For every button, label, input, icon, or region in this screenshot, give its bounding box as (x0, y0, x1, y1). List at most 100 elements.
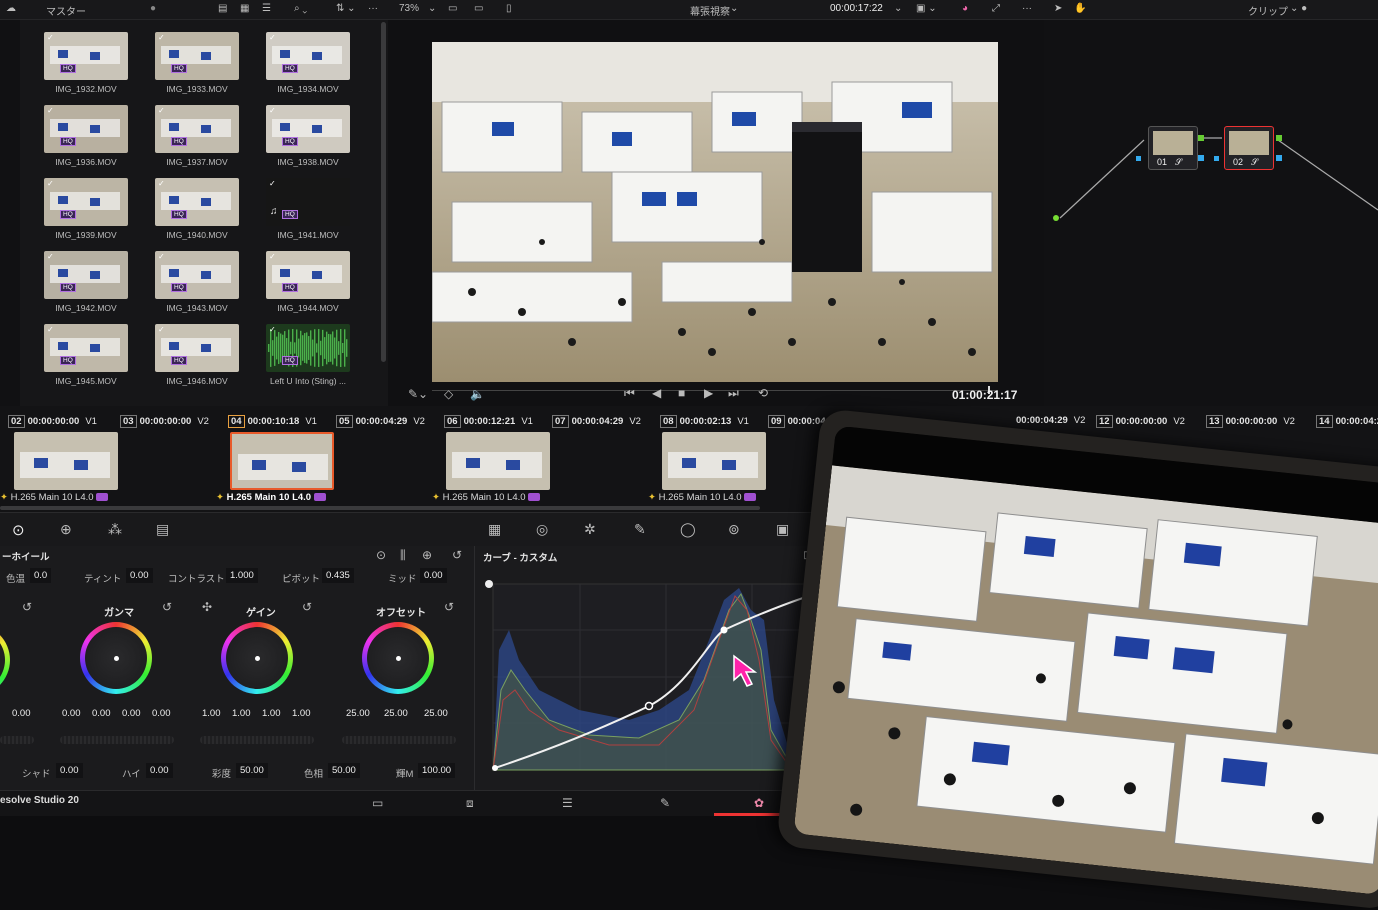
gamma-r[interactable]: 0.00 (92, 708, 111, 719)
gain-master-slider[interactable] (200, 736, 314, 744)
expand-icon[interactable]: ⤢ (992, 3, 1000, 14)
curves-icon[interactable]: ▦ (488, 521, 501, 538)
list-view-icon[interactable]: ▤ (218, 3, 227, 14)
gain-y[interactable]: 1.00 (202, 708, 221, 719)
node-output-rgb[interactable] (1198, 135, 1204, 141)
lift-value[interactable]: 0.00 (12, 708, 31, 719)
timeline-thumbnail[interactable] (662, 432, 766, 490)
timeline-clip-header[interactable]: 03 00:00:00:00 V2 (120, 415, 209, 428)
stop-icon[interactable]: ■ (678, 386, 685, 400)
eyedropper-icon[interactable]: ✎⌄ (408, 387, 428, 401)
loop-icon[interactable]: ⟲ (758, 386, 768, 400)
curve-channel-handle[interactable] (485, 580, 493, 588)
gamma-y[interactable]: 0.00 (62, 708, 81, 719)
media-clip[interactable]: HQ ✓ Left U Into (Sting) ... (266, 324, 350, 386)
timeline-clip-header[interactable]: 04 00:00:10:18 V1 (228, 415, 317, 428)
motion-effects-icon[interactable]: ▤ (156, 521, 169, 538)
gamma-b[interactable]: 0.00 (152, 708, 171, 719)
media-clip[interactable]: HQ ✓ IMG_1933.MOV (155, 32, 239, 94)
clip-thumbnail[interactable]: HQ ✓ (155, 32, 239, 80)
timeline-clip-header[interactable]: 08 00:00:02:13 V1 (660, 415, 749, 428)
clip-thumbnail[interactable]: HQ ✓ (266, 32, 350, 80)
clip-thumbnail[interactable]: HQ ✓ (266, 324, 350, 372)
media-clip[interactable]: HQ ✓ IMG_1936.MOV (44, 105, 128, 167)
media-page-icon[interactable]: ▭ (372, 796, 383, 810)
more-icon[interactable]: ··· (368, 3, 378, 14)
mid-value[interactable]: 0.00 (420, 568, 447, 583)
more-icon[interactable]: ··· (1022, 3, 1032, 14)
color-page-icon[interactable]: ✿ (754, 796, 764, 810)
cloud-icon[interactable]: ☁ (6, 3, 16, 14)
hand-icon[interactable]: ✋ (1074, 3, 1086, 14)
timeline-clip-header[interactable]: 05 00:00:04:29 V2 (336, 415, 425, 428)
reset-icon[interactable]: ↺ (22, 600, 32, 614)
offset-master-slider[interactable] (342, 736, 456, 744)
lum-value[interactable]: 100.00 (418, 763, 456, 778)
reset-icon[interactable]: ↺ (162, 600, 172, 614)
reset-icon[interactable]: ↺ (444, 600, 454, 614)
lift-wheel[interactable] (0, 624, 10, 696)
viewer-options-icon[interactable]: ▣ ⌄ (916, 3, 937, 14)
media-clip[interactable]: HQ ✓ IMG_1939.MOV (44, 178, 128, 240)
slider-handle-icon[interactable]: ● (150, 3, 156, 14)
edit-page-icon[interactable]: ☰ (562, 796, 573, 810)
media-clip[interactable]: HQ ✓ IMG_1945.MOV (44, 324, 128, 386)
node-01[interactable]: 01 𝒮 (1148, 126, 1198, 170)
hdr-wheels-icon[interactable]: ⊕ (60, 521, 72, 538)
clip-thumbnail[interactable]: HQ ✓ (155, 105, 239, 153)
node-output-key[interactable] (1198, 155, 1204, 161)
bars-mode-icon[interactable]: ⫼ (400, 548, 406, 563)
reset-icon[interactable]: ↺ (452, 548, 462, 562)
timeline-thumbnail[interactable] (446, 432, 550, 490)
lift-master-slider[interactable] (0, 736, 34, 744)
zoom-icon[interactable]: ⊕ (422, 548, 432, 562)
chevron-down-icon[interactable]: ⌄ ● (1290, 3, 1307, 14)
scrollbar[interactable] (381, 22, 386, 362)
shadow-value[interactable]: 0.00 (56, 763, 83, 778)
gain-g[interactable]: 1.00 (262, 708, 281, 719)
list-detail-icon[interactable]: ☰ (262, 3, 271, 14)
clip-thumbnail[interactable]: HQ ✓ (44, 105, 128, 153)
color-warper-icon[interactable]: ◎ (536, 521, 548, 538)
wheels-mode-icon[interactable]: ⊙ (376, 548, 386, 562)
fusion-page-icon[interactable]: ✎ (660, 796, 670, 810)
hi-value[interactable]: 0.00 (146, 763, 173, 778)
zoom-level[interactable]: 73% (399, 3, 419, 14)
bin-title[interactable]: マスター (46, 3, 86, 18)
play-reverse-icon[interactable]: ◀ (652, 386, 661, 400)
clip-mode[interactable]: クリップ (1248, 3, 1288, 18)
timeline-clip-header[interactable]: 1400:00:04:29 (1316, 415, 1378, 428)
node-02[interactable]: 02 𝒮 (1224, 126, 1274, 170)
gamma-master-slider[interactable] (60, 736, 174, 744)
offset-wheel[interactable] (362, 622, 434, 694)
clip-thumbnail[interactable]: HQ ✓ (44, 251, 128, 299)
cut-page-icon[interactable]: ⧈ (466, 796, 474, 811)
media-clip[interactable]: HQ ✓ IMG_1943.MOV (155, 251, 239, 313)
gain-b[interactable]: 1.00 (292, 708, 311, 719)
gain-wheel[interactable] (221, 622, 293, 694)
skip-back-icon[interactable]: ⏮ (624, 386, 635, 401)
node-input-key[interactable] (1136, 156, 1141, 161)
scrubber-track[interactable] (432, 390, 998, 391)
media-clip[interactable]: HQ ✓ IMG_1937.MOV (155, 105, 239, 167)
pointer-icon[interactable]: ➤ (1054, 3, 1062, 14)
clip-thumbnail[interactable]: HQ ✓ (155, 251, 239, 299)
clip-thumbnail[interactable]: ♫ HQ ✓ (266, 178, 350, 226)
media-clip[interactable]: ♫ HQ ✓ IMG_1941.MOV (266, 178, 350, 240)
clip-thumbnail[interactable]: HQ ✓ (44, 324, 128, 372)
timeline-clip-header[interactable]: 13 00:00:00:00 V2 (1206, 415, 1295, 428)
color-icon[interactable]: ◕ (962, 3, 968, 14)
media-clip[interactable]: HQ ✓ IMG_1938.MOV (266, 105, 350, 167)
gain-r[interactable]: 1.00 (232, 708, 251, 719)
temp-value[interactable]: 0.0 (30, 568, 52, 583)
media-clip[interactable]: HQ ✓ IMG_1934.MOV (266, 32, 350, 94)
eyedropper-icon[interactable]: ✎ (634, 521, 646, 538)
rgb-mixer-icon[interactable]: ⁂ (108, 521, 122, 538)
speaker-icon[interactable]: 🔈 (470, 387, 485, 401)
reset-icon[interactable]: ↺ (302, 600, 312, 614)
viewer-frame[interactable] (432, 42, 998, 382)
search-icon[interactable]: ⌕ ⌄ (294, 3, 307, 14)
timeline-clip-header[interactable]: 06 00:00:12:21 V1 (444, 415, 533, 428)
color-wheels-icon[interactable]: ⊙ (12, 521, 25, 539)
gamma-wheel[interactable] (80, 622, 152, 694)
